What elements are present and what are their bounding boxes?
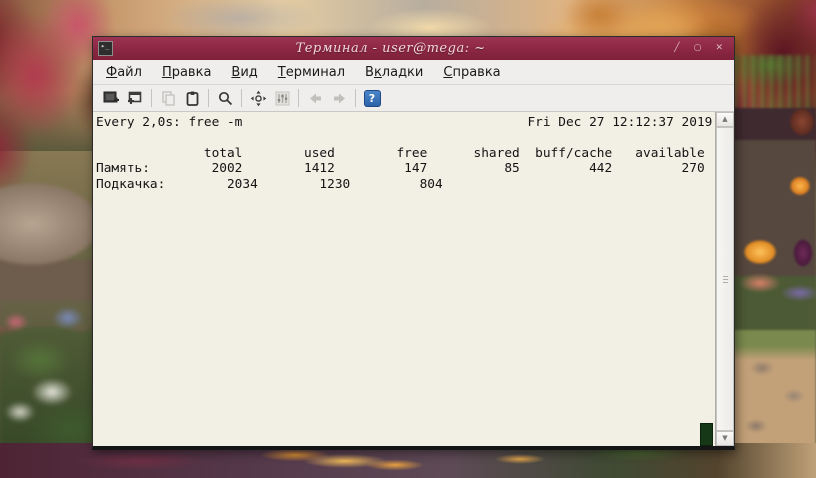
- menu-terminal-key: Т: [277, 64, 286, 80]
- menu-edit-key: П: [161, 64, 172, 80]
- maximize-button[interactable]: ○: [694, 37, 702, 60]
- back-icon: [303, 87, 327, 109]
- window-title: Терминал - user@mega: ~: [295, 41, 486, 56]
- wallpaper-stone-path: [728, 330, 816, 478]
- menu-view[interactable]: Вид: [222, 62, 266, 83]
- toolbar-separator: [208, 89, 209, 107]
- terminal-window: ▸_ Терминал - user@mega: ~ ╱ ○ ✕ Файл Пр…: [92, 36, 735, 450]
- search-icon[interactable]: [213, 87, 237, 109]
- terminal-line-headers: total used free shared buff/cache availa…: [96, 145, 705, 161]
- terminal-content-area[interactable]: Every 2,0s: free -m Fri Dec 27 12:12:37 …: [93, 112, 734, 446]
- wallpaper-cottage-left: [0, 182, 105, 377]
- scrollbar-grip: [722, 275, 728, 283]
- fullscreen-icon[interactable]: [246, 87, 270, 109]
- menu-edit-post: равка: [171, 64, 212, 80]
- copy-icon: [156, 87, 180, 109]
- desktop: ▸_ Терминал - user@mega: ~ ╱ ○ ✕ Файл Пр…: [0, 0, 816, 478]
- help-glyph: ?: [363, 89, 381, 107]
- help-icon[interactable]: ?: [360, 87, 384, 109]
- open-terminal-icon[interactable]: [99, 87, 123, 109]
- menu-tabs-pre: В: [365, 64, 374, 80]
- terminal-line-memory: Память: 2002 1412 147 85 442 270: [96, 161, 705, 177]
- terminal-output[interactable]: Every 2,0s: free -m Fri Dec 27 12:12:37 …: [93, 112, 715, 446]
- toolbar-separator: [241, 89, 242, 107]
- menu-help-post: правка: [452, 64, 501, 80]
- toolbar-separator: [355, 89, 356, 107]
- menu-file-post: айл: [117, 64, 142, 80]
- window-controls: ╱ ○ ✕: [668, 37, 729, 60]
- scroll-up-icon[interactable]: ▲: [716, 112, 734, 127]
- toolbar-separator: [298, 89, 299, 107]
- open-tab-icon[interactable]: [123, 87, 147, 109]
- preferences-icon: [270, 87, 294, 109]
- terminal-line-swap: Подкачка: 2034 1230 804: [96, 176, 443, 192]
- toolbar-separator: [151, 89, 152, 107]
- menu-view-post: ид: [240, 64, 258, 80]
- paste-icon[interactable]: [180, 87, 204, 109]
- menu-edit[interactable]: Правка: [153, 62, 220, 83]
- menu-terminal-post: ерминал: [285, 64, 346, 80]
- close-button[interactable]: ✕: [715, 37, 723, 60]
- menu-tabs[interactable]: Вкладки: [356, 62, 432, 83]
- menubar: Файл Правка Вид Терминал Вкладки Справка: [93, 60, 734, 85]
- menu-terminal[interactable]: Терминал: [269, 62, 354, 83]
- terminal-cursor: [700, 423, 713, 446]
- terminal-app-icon: ▸_: [98, 41, 113, 56]
- wallpaper-cottage-right: [730, 108, 816, 333]
- menu-help[interactable]: Справка: [434, 62, 509, 83]
- minimize-button[interactable]: ╱: [674, 37, 679, 60]
- menu-file[interactable]: Файл: [97, 62, 151, 83]
- menu-file-key: Ф: [106, 64, 118, 80]
- scrollbar[interactable]: ▲ ▼: [715, 112, 734, 446]
- wallpaper-willow-vines: [730, 55, 816, 215]
- toolbar: ?: [93, 85, 734, 112]
- forward-icon: [327, 87, 351, 109]
- wallpaper-garden-left: [0, 300, 104, 450]
- scroll-down-icon[interactable]: ▼: [716, 431, 734, 446]
- menu-view-key: В: [231, 64, 241, 80]
- menu-tabs-post: ладки: [381, 64, 424, 80]
- menu-tabs-key: к: [373, 64, 382, 80]
- titlebar[interactable]: ▸_ Терминал - user@mega: ~ ╱ ○ ✕: [93, 37, 734, 60]
- scrollbar-thumb[interactable]: [716, 127, 734, 431]
- terminal-line-watch: Every 2,0s: free -m Fri Dec 27 12:12:37 …: [96, 115, 713, 130]
